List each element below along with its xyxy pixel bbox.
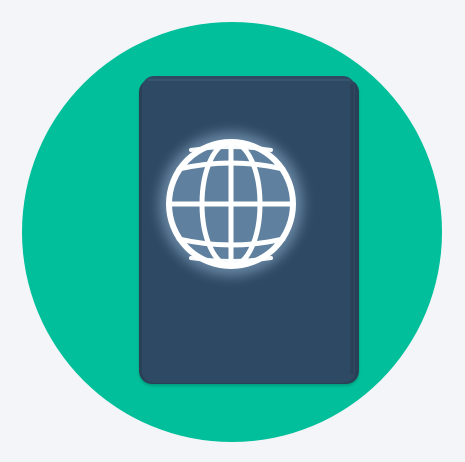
globe-icon xyxy=(159,132,303,276)
icon-canvas xyxy=(0,0,465,462)
passport-icon xyxy=(22,22,442,442)
passport-icon-container xyxy=(0,0,465,462)
